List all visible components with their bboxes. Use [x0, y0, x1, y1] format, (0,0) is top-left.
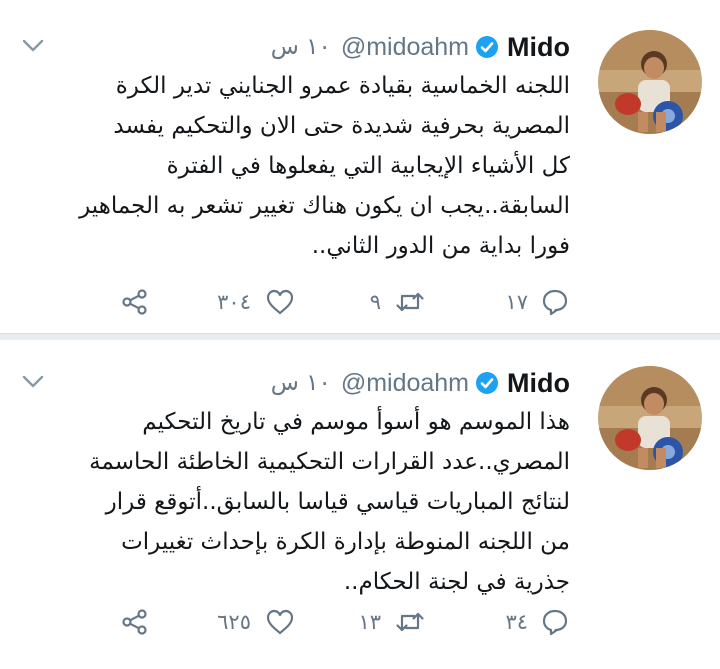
retweet-count: ١٣ [358, 610, 381, 634]
timestamp[interactable]: ١٠ س [271, 370, 331, 396]
verified-badge-icon [476, 372, 499, 394]
tweet-text: هذا الموسم هو أسوأ موسم في تاريخ التحكيم… [30, 402, 570, 602]
tweet-text-line: المصرية بحرفية شديدة حتى الان والتحكيم ي… [113, 113, 570, 139]
reply-count: ٣٤ [505, 610, 528, 634]
tweet[interactable]: ١٠ س @midoahm Mido هذا الموسم هو أسوأ مو… [0, 336, 720, 669]
reply-button[interactable]: ١٧ [505, 282, 570, 322]
tweet-text-line: هذا الموسم هو أسوأ موسم في تاريخ التحكيم [142, 409, 570, 435]
retweet-button[interactable]: ٩ [370, 282, 425, 322]
like-button[interactable]: ٦٢٥ [217, 602, 295, 642]
like-count: ٣٠٤ [217, 290, 251, 314]
display-name[interactable]: Mido [507, 32, 570, 63]
tweet-text-line: كل الأشياء الإيجابية التي يفعلوها في الف… [166, 153, 570, 179]
tweet-text-line: المصري..عدد القرارات التحكيمية الخاطئة ا… [89, 449, 570, 475]
reply-icon [542, 289, 568, 316]
like-button[interactable]: ٣٠٤ [217, 282, 295, 322]
user-handle[interactable]: @midoahm [341, 369, 469, 398]
verified-badge-icon [476, 36, 499, 58]
share-button[interactable] [120, 602, 150, 642]
tweet-text-line: من اللجنه المنوطة بإدارة الكرة بإحداث تغ… [121, 529, 570, 555]
retweet-icon [396, 612, 424, 632]
user-handle[interactable]: @midoahm [341, 33, 469, 62]
tweet-text-line: لنتائج المباريات قياسي قياسا بالسابق..أت… [105, 489, 570, 515]
avatar[interactable] [598, 30, 702, 134]
share-icon [122, 289, 147, 315]
tweet-text-line: جذرية في لجنة الحكام.. [343, 569, 570, 595]
share-button[interactable] [120, 282, 150, 322]
reply-button[interactable]: ٣٤ [505, 602, 570, 642]
tweet-header: ١٠ س @midoahm Mido [271, 366, 570, 400]
action-bar: ٣٤ ١٣ ٦٢٥ [120, 602, 570, 642]
tweet-text-line: اللجنه الخماسية بقيادة عمرو الجنايني تدي… [115, 73, 570, 99]
share-icon [122, 609, 147, 635]
retweet-button[interactable]: ١٣ [358, 602, 425, 642]
reply-icon [542, 609, 568, 636]
tweet-text: اللجنه الخماسية بقيادة عمرو الجنايني تدي… [30, 66, 570, 266]
retweet-icon [396, 292, 424, 312]
reply-count: ١٧ [505, 290, 528, 314]
retweet-count: ٩ [369, 290, 381, 314]
chevron-down-icon[interactable] [20, 370, 46, 392]
avatar[interactable] [598, 366, 702, 470]
tweet-text-line: فورا بداية من الدور الثاني.. [311, 233, 570, 259]
tweet[interactable]: ١٠ س @midoahm Mido اللجنه الخماسية بقياد… [0, 0, 720, 340]
display-name[interactable]: Mido [507, 368, 570, 399]
tweet-text-line: السابقة..يجب ان يكون هناك تغيير تشعر به … [79, 193, 570, 219]
heart-icon [266, 609, 294, 635]
heart-icon [266, 289, 294, 315]
tweet-header: ١٠ س @midoahm Mido [271, 30, 570, 64]
action-bar: ١٧ ٩ ٣٠٤ [120, 282, 570, 322]
chevron-down-icon[interactable] [20, 34, 46, 56]
like-count: ٦٢٥ [217, 610, 251, 634]
timestamp[interactable]: ١٠ س [271, 34, 331, 60]
